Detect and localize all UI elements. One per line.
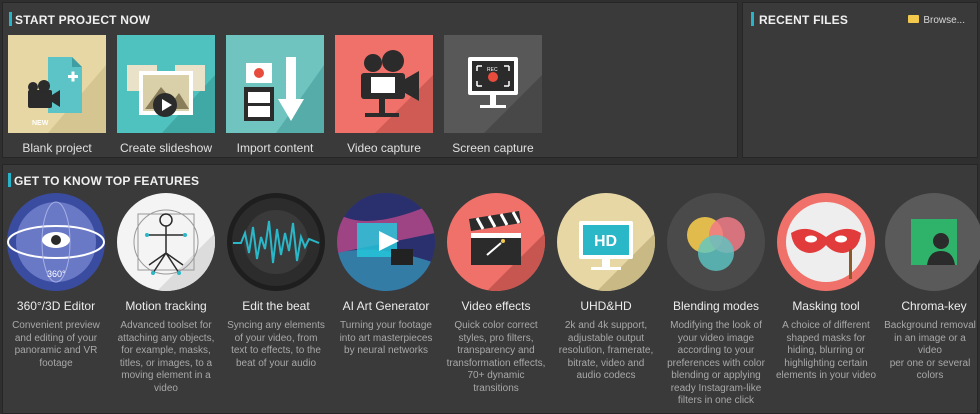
new-project-icon: NEW	[28, 57, 106, 133]
browse-button[interactable]: Browse...	[908, 15, 965, 26]
feature-video-effects-desc: Quick color correct styles, pro filters, t…	[446, 320, 546, 394]
clapperboard-icon	[469, 211, 545, 291]
feature-360-editor-name: 360°/3D Editor	[16, 299, 96, 313]
section-accent	[9, 12, 12, 26]
feature-video-effects[interactable]	[447, 193, 545, 291]
tile-blank-project-label: Blank project	[22, 141, 92, 155]
browse-label: Browse...	[923, 15, 965, 26]
features-title: GET TO KNOW TOP FEATURES	[14, 174, 200, 188]
rec-badge: REC	[487, 67, 498, 73]
feature-edit-the-beat[interactable]	[227, 193, 325, 291]
feature-edit-the-beat-name: Edit the beat	[242, 299, 310, 313]
tile-screen-capture[interactable]: REC	[444, 35, 542, 133]
ai-art-icon	[337, 193, 435, 291]
beat-waveform-icon	[232, 198, 320, 286]
screen-capture-icon: REC	[468, 57, 542, 133]
360-badge: 360°	[47, 269, 66, 279]
feature-blending-modes[interactable]	[667, 193, 765, 291]
feature-360-editor[interactable]: 360°	[7, 193, 105, 291]
feature-ai-art-generator-name: AI Art Generator	[342, 299, 430, 313]
motion-tracking-icon	[133, 209, 215, 291]
tile-video-capture[interactable]	[335, 35, 433, 133]
feature-360-editor-desc: Convenient preview and editing of your pan…	[12, 320, 100, 369]
hd-badge: HD	[594, 233, 617, 250]
feature-uhd-hd-name: UHD&HD	[580, 299, 632, 313]
feature-chroma-key-name: Chroma-key	[901, 299, 967, 313]
start-project-panel: START PROJECT NOW NEW Blank project Crea…	[2, 2, 738, 158]
feature-blending-modes-desc: Modifying the look of your video image acc…	[667, 320, 765, 406]
feature-blending-modes-name: Blending modes	[672, 299, 760, 313]
video-camera-icon	[361, 50, 433, 133]
tile-create-slideshow[interactable]	[117, 35, 215, 133]
feature-chroma-key-desc: Background removal in an image or a video…	[884, 320, 976, 381]
feature-uhd-hd[interactable]: HD	[557, 193, 655, 291]
feature-motion-tracking-desc: Advanced toolset for attaching any object…	[117, 320, 215, 394]
feature-ai-art-generator-desc: Turning your footage into art masterpiece…	[339, 320, 433, 356]
import-icon	[244, 57, 324, 133]
new-badge: NEW	[32, 120, 49, 127]
tile-create-slideshow-label: Create slideshow	[119, 141, 213, 155]
tile-import-content[interactable]	[226, 35, 324, 133]
hd-monitor-icon: HD	[579, 221, 655, 291]
recent-files-panel: RECENT FILES Browse...	[742, 2, 978, 158]
tile-blank-project[interactable]: NEW	[8, 35, 106, 133]
folder-icon	[908, 15, 920, 23]
tile-screen-capture-label: Screen capture	[452, 141, 534, 155]
section-accent	[8, 173, 11, 187]
recent-files-title: RECENT FILES	[759, 13, 849, 27]
chroma-key-icon	[911, 219, 957, 265]
slideshow-icon	[127, 65, 215, 133]
feature-motion-tracking-name: Motion tracking	[125, 299, 207, 313]
feature-video-effects-name: Video effects	[461, 299, 531, 313]
blending-circles-icon	[687, 217, 745, 271]
feature-edit-the-beat-desc: Syncing any elements of your video, from t…	[227, 320, 325, 369]
mask-icon	[786, 202, 866, 282]
feature-masking-tool-name: Masking tool	[792, 299, 860, 313]
start-project-title: START PROJECT NOW	[15, 13, 151, 27]
feature-motion-tracking[interactable]	[117, 193, 215, 291]
360-editor-icon: 360°	[7, 201, 105, 283]
feature-chroma-key[interactable]	[885, 193, 980, 291]
feature-ai-art-generator[interactable]	[337, 193, 435, 291]
feature-masking-tool-desc: A choice of different shaped masks for hid…	[775, 320, 877, 381]
tile-import-content-label: Import content	[236, 141, 314, 155]
feature-uhd-hd-desc: 2k and 4k support, adjustable output resol…	[558, 320, 654, 381]
feature-masking-tool[interactable]	[777, 193, 875, 291]
tile-video-capture-label: Video capture	[347, 141, 421, 155]
section-accent	[751, 12, 754, 26]
